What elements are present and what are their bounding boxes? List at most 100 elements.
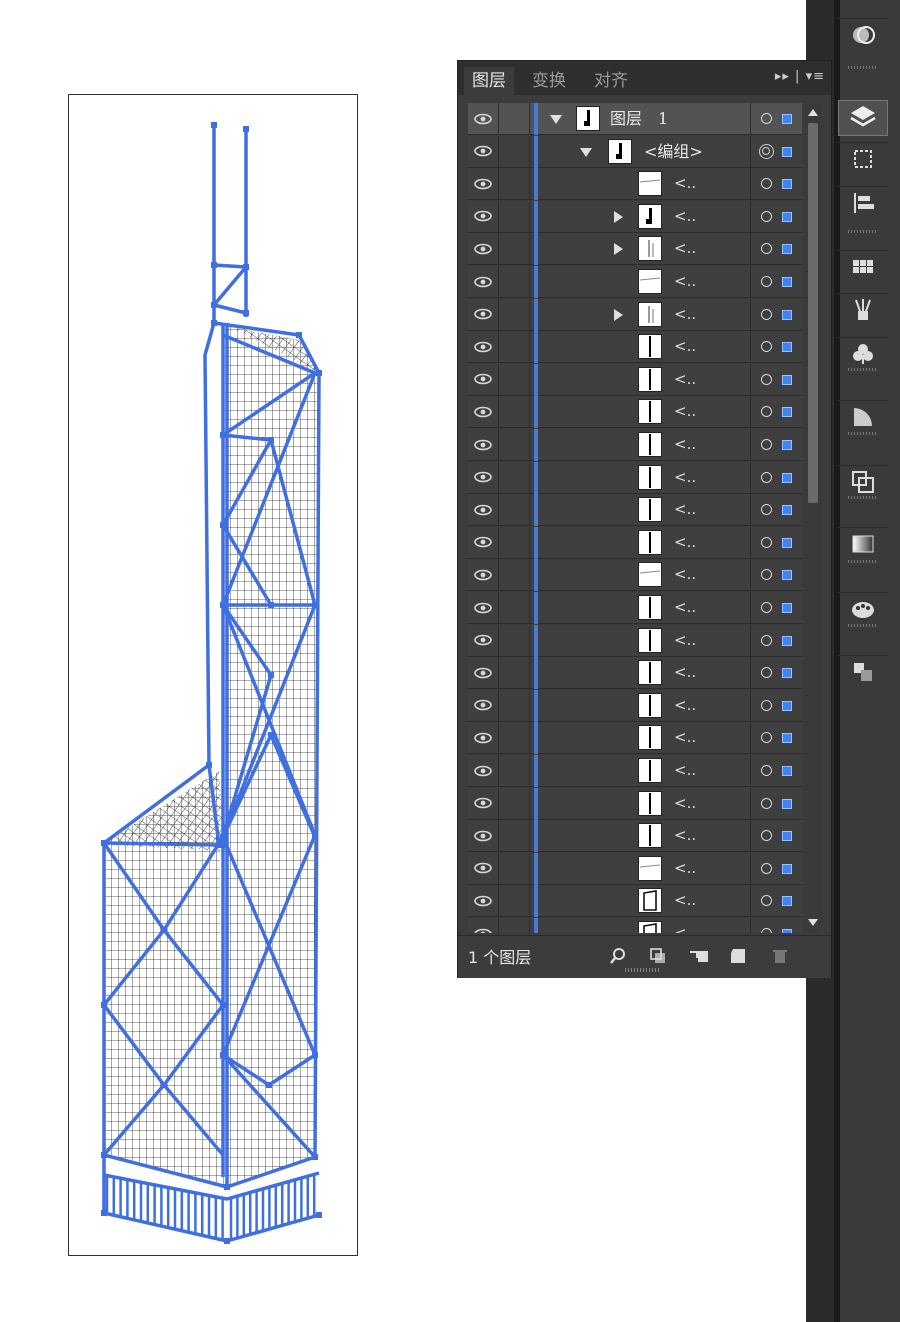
layer-item-row[interactable]: <.. xyxy=(468,657,802,690)
eye-icon[interactable] xyxy=(468,331,499,363)
dock-grip[interactable] xyxy=(848,624,878,627)
item-label[interactable]: <.. xyxy=(674,201,696,232)
selection-indicator[interactable] xyxy=(782,407,792,418)
layer-item-row[interactable]: <.. xyxy=(468,755,802,787)
lock-toggle[interactable] xyxy=(499,461,530,493)
layer-item-row[interactable]: <.. xyxy=(468,494,802,527)
lock-toggle[interactable] xyxy=(499,689,530,721)
eye-icon[interactable] xyxy=(468,200,499,232)
eye-icon[interactable] xyxy=(468,526,499,558)
item-label[interactable]: <.. xyxy=(674,364,696,395)
panel-resize-grip[interactable] xyxy=(625,968,661,972)
item-label[interactable]: <.. xyxy=(674,527,696,558)
item-label[interactable]: <.. xyxy=(674,722,696,753)
eye-icon[interactable] xyxy=(468,363,499,395)
lock-toggle[interactable] xyxy=(499,233,530,265)
clipping-mask-icon[interactable] xyxy=(648,946,668,966)
target-icon[interactable] xyxy=(750,722,781,754)
target-icon[interactable] xyxy=(750,168,781,200)
expand-arrow-icon[interactable] xyxy=(614,243,623,256)
selection-indicator[interactable] xyxy=(782,146,792,157)
lock-toggle[interactable] xyxy=(499,722,530,754)
layer-item-row[interactable]: <.. xyxy=(468,918,802,933)
layer-item-row[interactable]: <.. xyxy=(468,363,802,396)
layer-item-row[interactable]: <.. xyxy=(468,885,802,918)
expand-arrow-icon[interactable] xyxy=(614,308,623,321)
panel-menu-button[interactable]: ▸▸ | ▾≡ xyxy=(775,69,825,84)
align-panel-button[interactable] xyxy=(838,186,888,223)
item-label[interactable]: <.. xyxy=(674,885,696,916)
gradient-panel-button[interactable] xyxy=(838,527,888,564)
target-icon[interactable] xyxy=(750,755,781,786)
lock-toggle[interactable] xyxy=(499,298,530,330)
target-icon[interactable] xyxy=(750,135,781,167)
item-label[interactable]: <.. xyxy=(674,299,696,330)
trash-icon[interactable] xyxy=(770,946,790,966)
dock-grip[interactable] xyxy=(848,432,878,435)
eye-icon[interactable] xyxy=(468,787,499,819)
target-icon[interactable] xyxy=(750,787,781,819)
item-label[interactable]: <.. xyxy=(674,755,696,786)
selection-indicator[interactable] xyxy=(782,570,792,581)
layer-item-row[interactable]: <.. xyxy=(468,461,802,494)
lock-toggle[interactable] xyxy=(499,657,530,689)
layers-panel-button[interactable] xyxy=(838,100,888,136)
eye-icon[interactable] xyxy=(468,657,499,689)
transform-panel-button[interactable] xyxy=(838,142,888,179)
item-label[interactable]: <.. xyxy=(674,233,696,264)
new-layer-icon[interactable] xyxy=(728,946,748,966)
target-icon[interactable] xyxy=(750,396,781,428)
selection-indicator[interactable] xyxy=(782,700,792,711)
eye-icon[interactable] xyxy=(468,298,499,330)
group-row[interactable]: <编组> xyxy=(468,135,802,168)
eye-icon[interactable] xyxy=(468,559,499,591)
eye-icon[interactable] xyxy=(468,233,499,265)
layer-row[interactable]: 图层 1 xyxy=(468,103,802,135)
lock-toggle[interactable] xyxy=(499,885,530,917)
scroll-down-arrow[interactable] xyxy=(808,919,818,926)
selection-indicator[interactable] xyxy=(782,929,792,933)
target-icon[interactable] xyxy=(750,494,781,526)
layer-item-row[interactable]: <.. xyxy=(468,266,802,298)
target-icon[interactable] xyxy=(750,885,781,917)
lock-toggle[interactable] xyxy=(499,592,530,623)
target-icon[interactable] xyxy=(750,200,781,232)
layer-item-row[interactable]: <.. xyxy=(468,168,802,201)
collapse-arrow-icon[interactable] xyxy=(580,147,592,157)
target-icon[interactable] xyxy=(750,298,781,330)
selection-indicator[interactable] xyxy=(782,537,792,548)
target-icon[interactable] xyxy=(750,852,781,884)
layer-item-row[interactable]: <.. xyxy=(468,852,802,885)
selection-indicator[interactable] xyxy=(782,766,792,776)
selection-indicator[interactable] xyxy=(782,440,792,450)
selection-indicator[interactable] xyxy=(782,342,792,353)
target-icon[interactable] xyxy=(750,103,781,134)
item-label[interactable]: <.. xyxy=(674,396,696,427)
target-icon[interactable] xyxy=(750,429,781,460)
eye-icon[interactable] xyxy=(468,396,499,428)
layer-item-row[interactable]: <.. xyxy=(468,592,802,624)
sublayer-icon[interactable] xyxy=(688,946,708,966)
eye-icon[interactable] xyxy=(468,494,499,526)
arrange-panel-button[interactable] xyxy=(838,655,888,692)
dock-grip[interactable] xyxy=(848,560,878,563)
group-label[interactable]: <编组> xyxy=(644,136,703,167)
selection-indicator[interactable] xyxy=(782,831,792,842)
layer-name[interactable]: 图层 xyxy=(610,103,642,134)
dock-grip[interactable] xyxy=(848,368,878,371)
layer-item-row[interactable]: <.. xyxy=(468,526,802,559)
target-icon[interactable] xyxy=(750,592,781,623)
selection-indicator[interactable] xyxy=(782,733,792,744)
item-label[interactable]: <.. xyxy=(674,788,696,819)
lock-toggle[interactable] xyxy=(499,200,530,232)
item-label[interactable]: <.. xyxy=(674,592,696,623)
eye-icon[interactable] xyxy=(468,461,499,493)
lock-toggle[interactable] xyxy=(499,787,530,819)
tab-align[interactable]: 对齐 xyxy=(586,67,636,95)
selection-indicator[interactable] xyxy=(782,277,792,287)
item-label[interactable]: <.. xyxy=(674,168,696,199)
item-label[interactable]: <.. xyxy=(674,429,696,460)
item-label[interactable]: <.. xyxy=(674,820,696,851)
lock-toggle[interactable] xyxy=(499,331,530,363)
lock-toggle[interactable] xyxy=(499,820,530,852)
